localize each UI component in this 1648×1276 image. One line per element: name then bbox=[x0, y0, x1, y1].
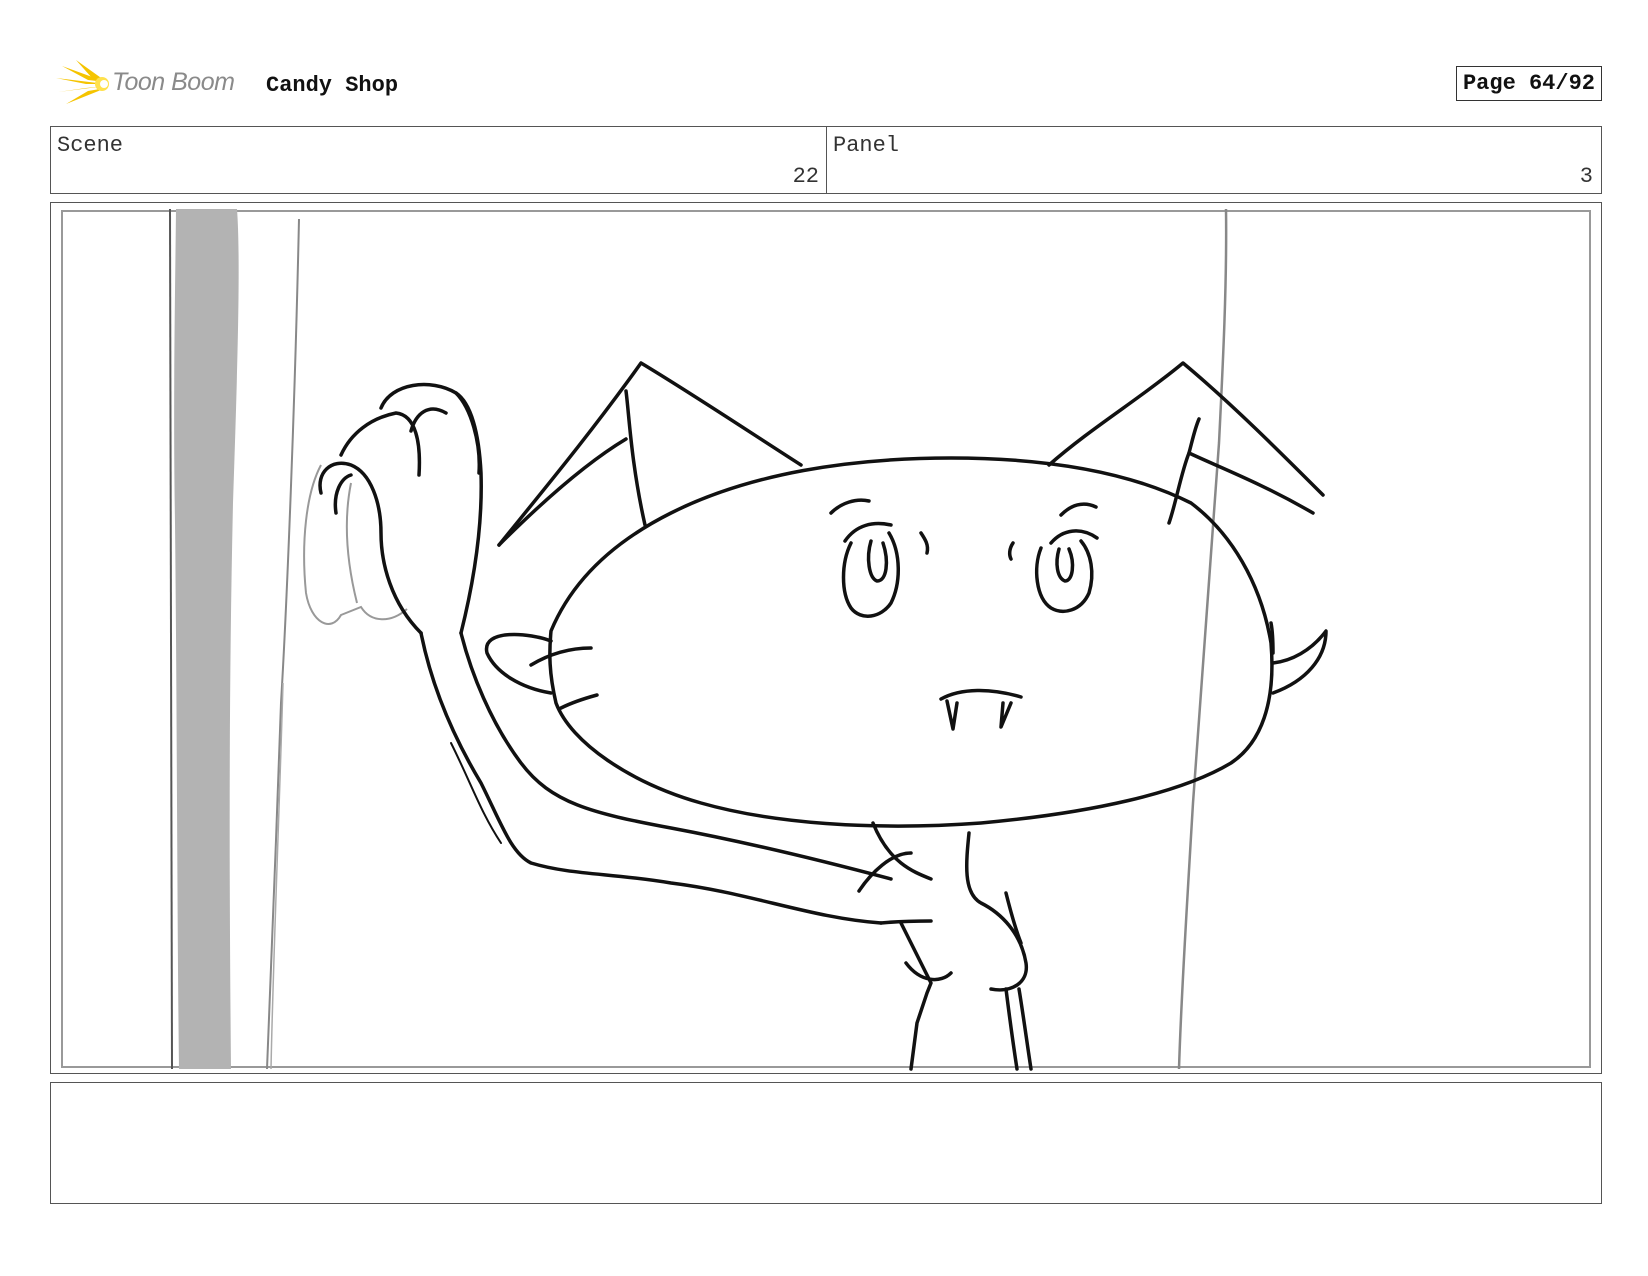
character-body bbox=[857, 821, 1033, 1071]
storyboard-sketch bbox=[61, 208, 1591, 1071]
project-title: Candy Shop bbox=[266, 73, 399, 98]
panel-cell: Panel 3 bbox=[827, 127, 1600, 193]
panel-label: Panel bbox=[833, 133, 900, 158]
sunburst-logo-icon bbox=[56, 60, 109, 104]
safe-area-frame bbox=[61, 210, 1591, 1068]
door-frame-line bbox=[1177, 208, 1228, 1070]
wall-shade bbox=[174, 209, 239, 1069]
panel-drawing-frame bbox=[50, 202, 1602, 1074]
logo-wordmark: Toon Boom bbox=[112, 68, 235, 96]
storyboard-header: Toon Boom Candy Shop Page 64/92 bbox=[50, 58, 1602, 108]
wall-line-extra bbox=[270, 682, 284, 1070]
toon-boom-logo: Toon Boom bbox=[54, 60, 254, 108]
wall-line-left bbox=[169, 208, 173, 1070]
page-indicator: Page 64/92 bbox=[1455, 66, 1602, 101]
scene-number: 22 bbox=[792, 164, 819, 189]
scene-label: Scene bbox=[57, 133, 124, 158]
character-hand bbox=[318, 382, 483, 635]
character-arm bbox=[419, 631, 933, 925]
panel-number: 3 bbox=[1579, 164, 1593, 189]
wall-line-right bbox=[266, 218, 300, 1070]
character-head bbox=[485, 361, 1328, 828]
panel-notes-area bbox=[50, 1082, 1602, 1204]
scene-panel-info: Scene 22 Panel 3 bbox=[50, 126, 1602, 194]
scene-cell: Scene 22 bbox=[51, 127, 827, 193]
